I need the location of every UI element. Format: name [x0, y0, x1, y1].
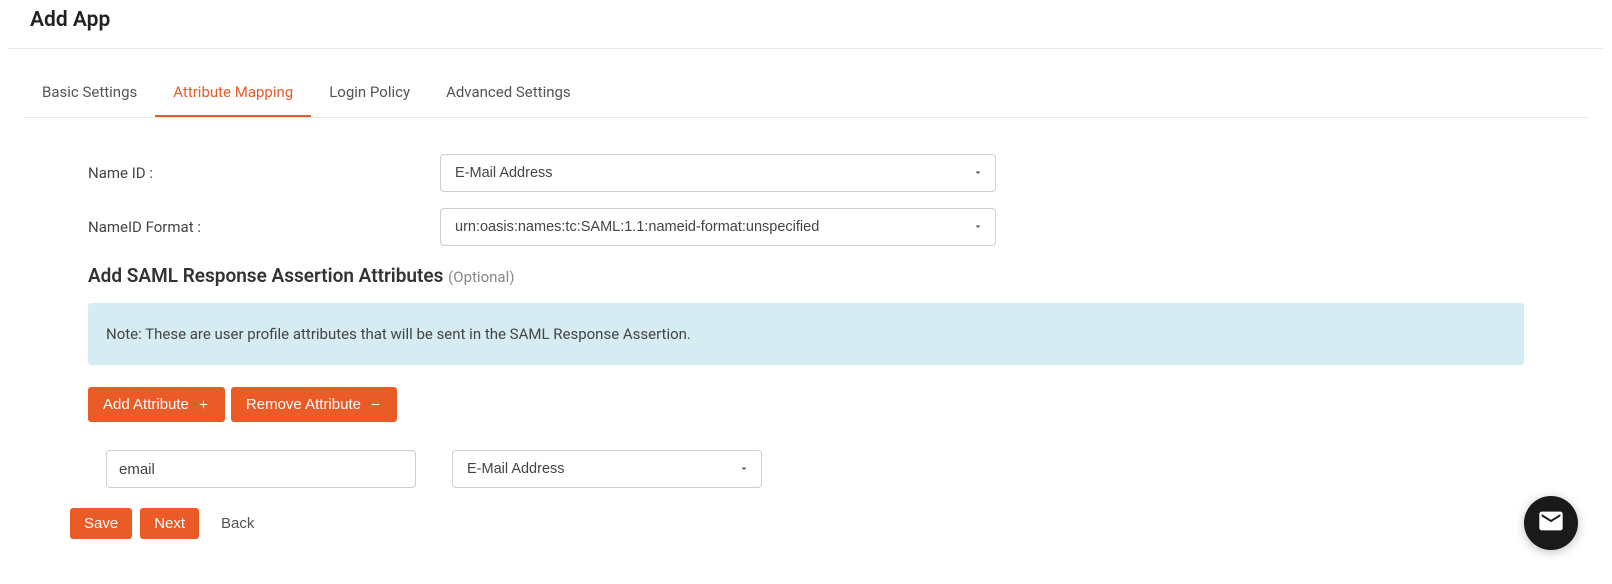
tab-attribute-mapping[interactable]: Attribute Mapping — [155, 73, 311, 117]
attribute-buttons: Add Attribute Remove Attribute — [88, 387, 1524, 422]
minus-icon — [369, 398, 382, 411]
row-name-id: Name ID : E-Mail Address — [88, 154, 1524, 192]
select-nameid-format-wrap: urn:oasis:names:tc:SAML:1.1:nameid-forma… — [440, 208, 996, 246]
divider — [8, 48, 1604, 49]
next-button[interactable]: Next — [140, 508, 199, 539]
remove-attribute-button[interactable]: Remove Attribute — [231, 387, 397, 422]
plus-icon — [197, 398, 210, 411]
chat-widget-button[interactable] — [1524, 496, 1578, 550]
attribute-value-select[interactable]: E-Mail Address — [452, 450, 762, 488]
attribute-key-input[interactable] — [106, 450, 416, 488]
tab-login-policy[interactable]: Login Policy — [311, 73, 428, 117]
mail-icon — [1537, 507, 1565, 539]
row-nameid-format: NameID Format : urn:oasis:names:tc:SAML:… — [88, 208, 1524, 246]
footer-buttons: Save Next Back — [70, 508, 1524, 539]
label-name-id: Name ID : — [88, 164, 440, 182]
remove-attribute-label: Remove Attribute — [246, 396, 361, 413]
tab-basic-settings[interactable]: Basic Settings — [24, 73, 155, 117]
page-title: Add App — [0, 0, 1612, 48]
info-note: Note: These are user profile attributes … — [88, 303, 1524, 365]
content-panel: Name ID : E-Mail Address NameID Format :… — [0, 118, 1612, 559]
section-title-text: Add SAML Response Assertion Attributes — [88, 264, 443, 287]
attribute-row: E-Mail Address — [106, 450, 1524, 488]
add-attribute-button[interactable]: Add Attribute — [88, 387, 225, 422]
save-button[interactable]: Save — [70, 508, 132, 539]
attribute-value-select-wrap: E-Mail Address — [452, 450, 762, 488]
back-button[interactable]: Back — [207, 508, 268, 539]
section-optional: (Optional) — [448, 268, 514, 286]
tabs: Basic Settings Attribute Mapping Login P… — [24, 73, 1588, 118]
add-attribute-label: Add Attribute — [103, 396, 189, 413]
select-nameid-format[interactable]: urn:oasis:names:tc:SAML:1.1:nameid-forma… — [440, 208, 996, 246]
section-title: Add SAML Response Assertion Attributes (… — [88, 264, 1524, 287]
tab-advanced-settings[interactable]: Advanced Settings — [428, 73, 589, 117]
select-name-id-wrap: E-Mail Address — [440, 154, 996, 192]
select-name-id[interactable]: E-Mail Address — [440, 154, 996, 192]
label-nameid-format: NameID Format : — [88, 218, 440, 236]
